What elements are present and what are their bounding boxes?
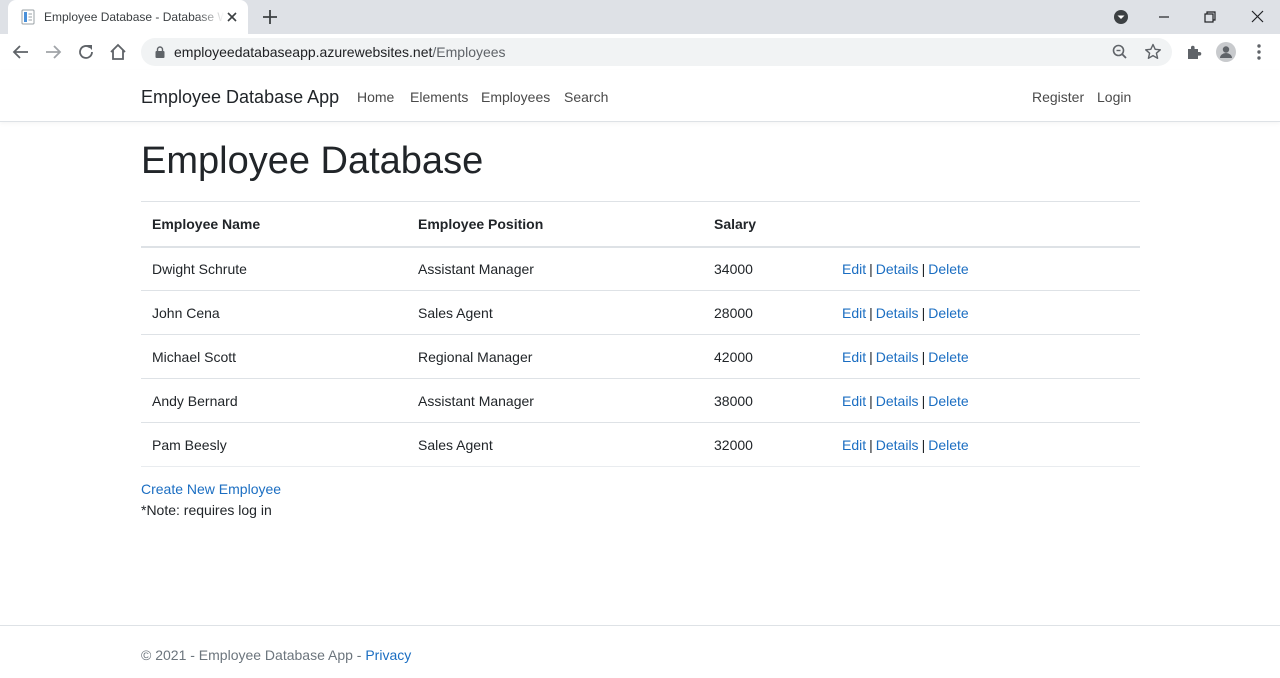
url-text[interactable]: employeedatabaseapp.azurewebsites.net/Em… bbox=[174, 45, 506, 59]
table-row: John Cena Sales Agent 28000 Edit | Details… bbox=[141, 290, 1140, 335]
delete-link[interactable]: Delete bbox=[928, 261, 968, 277]
site-navbar: Employee Database App Home Elements Empl… bbox=[0, 70, 1280, 122]
create-employee-link[interactable]: Create New Employee bbox=[141, 481, 281, 497]
details-link[interactable]: Details bbox=[876, 349, 919, 365]
details-link[interactable]: Details bbox=[876, 305, 919, 321]
forward-icon[interactable] bbox=[42, 41, 64, 63]
copyright-text: © 2021 - Employee Database App - bbox=[141, 647, 366, 663]
employee-salary-cell: 38000 bbox=[703, 378, 831, 423]
footer: © 2021 - Employee Database App - Privacy bbox=[0, 625, 1280, 678]
edit-link[interactable]: Edit bbox=[842, 349, 866, 365]
employee-position-cell: Regional Manager bbox=[407, 334, 703, 379]
url-host: employeedatabaseapp.azurewebsites.net bbox=[174, 44, 433, 60]
delete-link[interactable]: Delete bbox=[928, 393, 968, 409]
employee-name-cell: John Cena bbox=[141, 290, 407, 335]
browser-tabstrip: Employee Database - Database Web App bbox=[0, 0, 1280, 34]
edit-link[interactable]: Edit bbox=[842, 437, 866, 453]
column-header-salary: Salary bbox=[703, 201, 831, 248]
row-actions: Edit | Details | Delete bbox=[831, 422, 1140, 467]
separator: | bbox=[869, 304, 873, 321]
column-header-position: Employee Position bbox=[407, 201, 703, 248]
delete-link[interactable]: Delete bbox=[928, 305, 968, 321]
home-icon[interactable] bbox=[107, 41, 129, 63]
employee-name-cell: Pam Beesly bbox=[141, 422, 407, 467]
details-link[interactable]: Details bbox=[876, 437, 919, 453]
employee-name-cell: Andy Bernard bbox=[141, 378, 407, 423]
login-link[interactable]: Login bbox=[1097, 89, 1131, 105]
employee-position-cell: Sales Agent bbox=[407, 422, 703, 467]
separator: | bbox=[921, 348, 926, 365]
tab-title: Employee Database - Database Web App bbox=[44, 10, 224, 24]
back-icon[interactable] bbox=[10, 41, 32, 63]
employee-name-cell: Dwight Schrute bbox=[141, 246, 407, 291]
table-header-row: Employee Name Employee Position Salary bbox=[141, 201, 1140, 248]
details-link[interactable]: Details bbox=[876, 393, 919, 409]
profile-icon[interactable] bbox=[1215, 41, 1237, 63]
lock-icon[interactable] bbox=[153, 45, 167, 59]
nav-link-employees[interactable]: Employees bbox=[481, 89, 550, 105]
separator: | bbox=[869, 436, 873, 453]
separator: | bbox=[869, 348, 873, 365]
delete-link[interactable]: Delete bbox=[928, 437, 968, 453]
close-window-icon[interactable] bbox=[1246, 6, 1268, 28]
row-actions: Edit | Details | Delete bbox=[831, 290, 1140, 335]
extensions-icon[interactable] bbox=[1183, 41, 1205, 63]
browser-toolbar: employeedatabaseapp.azurewebsites.net/Em… bbox=[0, 34, 1280, 70]
column-header-name: Employee Name bbox=[141, 201, 407, 248]
employee-table: Employee Name Employee Position Salary D… bbox=[141, 201, 1140, 467]
employee-salary-cell: 32000 bbox=[703, 422, 831, 467]
employee-name-cell: Michael Scott bbox=[141, 334, 407, 379]
url-path: /Employees bbox=[432, 44, 506, 60]
table-row: Dwight Schrute Assistant Manager 34000 E… bbox=[141, 246, 1140, 291]
login-note: *Note: requires log in bbox=[141, 502, 272, 518]
column-header-actions bbox=[831, 201, 1140, 248]
delete-link[interactable]: Delete bbox=[928, 349, 968, 365]
row-actions: Edit | Details | Delete bbox=[831, 378, 1140, 423]
details-link[interactable]: Details bbox=[876, 261, 919, 277]
employee-salary-cell: 28000 bbox=[703, 290, 831, 335]
address-bar[interactable]: employeedatabaseapp.azurewebsites.net/Em… bbox=[141, 38, 1172, 66]
separator: | bbox=[869, 392, 873, 409]
nav-link-elements[interactable]: Elements bbox=[410, 89, 468, 105]
reload-icon[interactable] bbox=[75, 41, 97, 63]
edit-link[interactable]: Edit bbox=[842, 305, 866, 321]
table-row: Michael Scott Regional Manager 42000 Edi… bbox=[141, 334, 1140, 379]
edit-link[interactable]: Edit bbox=[842, 261, 866, 277]
favicon-icon bbox=[21, 9, 35, 25]
employee-position-cell: Assistant Manager bbox=[407, 246, 703, 291]
restore-icon[interactable] bbox=[1199, 6, 1221, 28]
separator: | bbox=[921, 260, 926, 277]
privacy-link[interactable]: Privacy bbox=[365, 647, 411, 663]
employee-salary-cell: 42000 bbox=[703, 334, 831, 379]
nav-link-search[interactable]: Search bbox=[564, 89, 608, 105]
zoom-icon[interactable] bbox=[1110, 42, 1130, 62]
row-actions: Edit | Details | Delete bbox=[831, 246, 1140, 291]
register-link[interactable]: Register bbox=[1032, 89, 1084, 105]
separator: | bbox=[921, 392, 926, 409]
browser-tab[interactable]: Employee Database - Database Web App bbox=[8, 0, 248, 34]
table-row: Pam Beesly Sales Agent 32000 Edit | Detail… bbox=[141, 422, 1140, 467]
close-icon[interactable] bbox=[224, 9, 240, 25]
more-icon[interactable] bbox=[1248, 41, 1270, 63]
page-title: Employee Database bbox=[141, 140, 484, 182]
employee-position-cell: Assistant Manager bbox=[407, 378, 703, 423]
nav-link-home[interactable]: Home bbox=[357, 89, 394, 105]
separator: | bbox=[921, 304, 926, 321]
edit-link[interactable]: Edit bbox=[842, 393, 866, 409]
row-actions: Edit | Details | Delete bbox=[831, 334, 1140, 379]
employee-salary-cell: 34000 bbox=[703, 246, 831, 291]
star-icon[interactable] bbox=[1143, 42, 1163, 62]
employee-position-cell: Sales Agent bbox=[407, 290, 703, 335]
profile-dropdown-icon[interactable] bbox=[1110, 6, 1132, 28]
table-row: Andy Bernard Assistant Manager 38000 Edi… bbox=[141, 378, 1140, 423]
plus-icon[interactable] bbox=[259, 6, 281, 28]
separator: | bbox=[869, 260, 873, 277]
minimize-icon[interactable] bbox=[1153, 6, 1175, 28]
separator: | bbox=[921, 436, 926, 453]
footer-text: © 2021 - Employee Database App - Privacy bbox=[141, 647, 411, 663]
brand-link[interactable]: Employee Database App bbox=[141, 87, 339, 107]
